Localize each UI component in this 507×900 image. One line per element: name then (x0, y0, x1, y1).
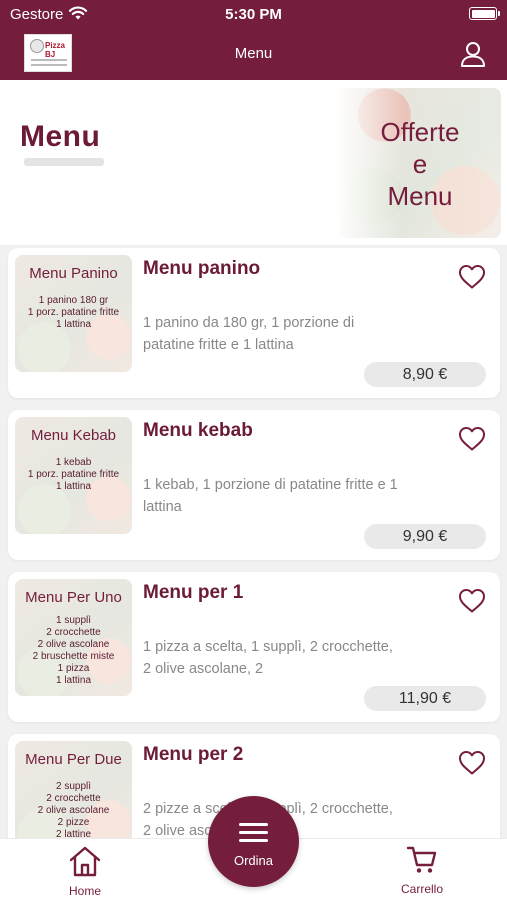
product-card[interactable]: Menu Panino 1 panino 180 gr 1 porz. pata… (8, 248, 500, 398)
heart-icon[interactable] (458, 264, 486, 295)
category-title: Menu (20, 120, 101, 153)
product-name: Menu per 1 (143, 582, 244, 603)
battery-icon (469, 7, 500, 20)
promo-text: Offerte e Menu (380, 117, 460, 211)
product-image: Menu Panino 1 panino 180 gr 1 porz. pata… (15, 255, 132, 372)
product-description: 1 panino da 180 gr, 1 porzione di patati… (143, 315, 355, 353)
product-name: Menu panino (143, 258, 261, 279)
user-icon[interactable] (459, 40, 487, 73)
price-badge[interactable]: 8,90 € (364, 362, 486, 387)
product-list[interactable]: Menu Panino 1 panino 180 gr 1 porz. pata… (0, 248, 507, 840)
tab-cart[interactable]: Carrello (362, 845, 482, 896)
category-header: Menu Offerte e Menu (0, 80, 507, 245)
menu-icon (239, 823, 268, 847)
product-image: Menu Per Uno 1 supplì 2 crocchette 2 oli… (15, 579, 132, 696)
promo-banner[interactable]: Offerte e Menu (339, 88, 501, 238)
clock: 5:30 PM (225, 6, 282, 23)
tab-home[interactable]: Home (25, 845, 145, 898)
tab-cart-label: Carrello (400, 882, 443, 896)
order-button[interactable]: Ordina (208, 796, 299, 887)
product-description: 1 kebab, 1 porzione di patatine fritte e… (143, 477, 398, 515)
cart-icon (406, 846, 438, 878)
home-icon (68, 846, 102, 880)
price-badge[interactable]: 11,90 € (364, 686, 486, 711)
category-subtitle (24, 158, 104, 166)
product-image: Menu Per Due 2 supplì 2 crocchette 2 oli… (15, 741, 132, 840)
product-card[interactable]: Menu Kebab 1 kebab 1 porz. patatine frit… (8, 410, 500, 560)
page-title: Menu (234, 45, 273, 62)
product-description: 1 pizza a scelta, 1 supplì, 2 crocchette… (143, 639, 393, 677)
order-button-label: Ordina (233, 853, 274, 868)
heart-icon[interactable] (458, 750, 486, 781)
product-image: Menu Kebab 1 kebab 1 porz. patatine frit… (15, 417, 132, 534)
heart-icon[interactable] (458, 588, 486, 619)
nav-bar: Pizza BJ Menu (0, 28, 507, 80)
tab-home-label: Home (68, 884, 101, 898)
product-card[interactable]: Menu Per Uno 1 supplì 2 crocchette 2 oli… (8, 572, 500, 722)
status-bar: Gestore 5:30 PM (0, 0, 507, 28)
price-badge[interactable]: 9,90 € (364, 524, 486, 549)
product-name: Menu kebab (143, 420, 253, 441)
heart-icon[interactable] (458, 426, 486, 457)
product-name: Menu per 2 (143, 744, 244, 765)
